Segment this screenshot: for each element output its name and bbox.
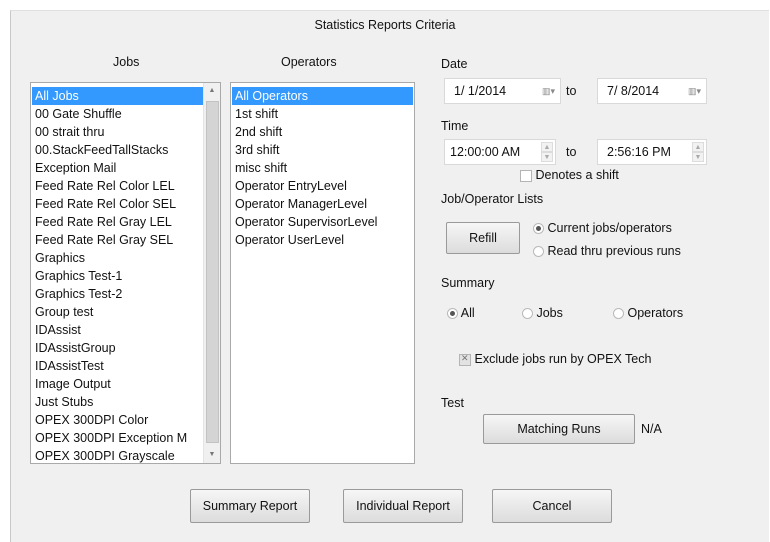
summary-operators-label: Operators xyxy=(627,306,684,320)
jobs-list-item[interactable]: Group test xyxy=(32,303,203,321)
jobs-listbox[interactable]: All Jobs 00 Gate Shuffle 00 strait thru 00.… xyxy=(30,82,221,464)
summary-operators-option[interactable]: Operators xyxy=(613,306,683,320)
denotes-shift-checkbox[interactable] xyxy=(520,169,532,182)
time-to-label: to xyxy=(566,145,577,159)
operators-listbox[interactable]: All Operators 1st shift 2nd shift 3rd sh… xyxy=(230,82,415,464)
jobs-list-item[interactable]: OPEX 300DPI Grayscale xyxy=(32,447,203,463)
jobs-list-item[interactable]: OPEX 300DPI Exception M xyxy=(32,429,203,447)
jobs-list-item[interactable]: Feed Rate Rel Color LEL xyxy=(32,177,203,195)
operators-list-item[interactable]: Operator UserLevel xyxy=(232,231,413,249)
date-to-value: 7/ 8/2014 xyxy=(607,84,660,98)
date-from-value: 1/ 1/2014 xyxy=(454,84,507,98)
summary-jobs-radio[interactable] xyxy=(522,308,533,320)
date-to-field[interactable]: 7/ 8/2014 ▥▾ xyxy=(597,78,707,104)
test-label: Test xyxy=(441,396,464,410)
jobs-scrollbar[interactable]: ▲ ▼ xyxy=(203,83,220,463)
time-to-field[interactable]: 2:56:16 PM ▲ ▼ xyxy=(597,139,707,165)
operators-list-item[interactable]: Operator ManagerLevel xyxy=(232,195,413,213)
date-to-label: to xyxy=(566,84,577,98)
jobs-header: Jobs xyxy=(113,55,140,69)
jobs-list-item[interactable]: Feed Rate Rel Gray LEL xyxy=(32,213,203,231)
matching-runs-result: N/A xyxy=(641,422,662,436)
jobs-list-item[interactable]: Exception Mail xyxy=(32,159,203,177)
summary-jobs-option[interactable]: Jobs xyxy=(522,306,563,320)
time-to-value: 2:56:16 PM xyxy=(607,145,671,159)
time-from-field[interactable]: 12:00:00 AM ▲ ▼ xyxy=(444,139,556,165)
summary-report-button[interactable]: Summary Report xyxy=(190,489,310,523)
jobs-list-item[interactable]: 00.StackFeedTallStacks xyxy=(32,141,203,159)
summary-operators-radio[interactable] xyxy=(613,308,624,320)
operators-list-item[interactable]: 3rd shift xyxy=(232,141,413,159)
operators-items: All Operators 1st shift 2nd shift 3rd sh… xyxy=(232,87,413,249)
current-jobs-label: Current jobs/operators xyxy=(547,221,672,235)
dialog-title: Statistics Reports Criteria xyxy=(314,18,456,32)
read-previous-radio[interactable] xyxy=(533,246,544,258)
operators-list-item[interactable]: Operator SupervisorLevel xyxy=(232,213,413,231)
summary-all-option[interactable]: All xyxy=(447,306,475,320)
spin-arrows-icon[interactable]: ▲ ▼ xyxy=(541,142,553,162)
calendar-dropdown-icon[interactable]: ▥▾ xyxy=(542,79,555,103)
jobs-list-item[interactable]: All Jobs xyxy=(32,87,203,105)
read-previous-option[interactable]: Read thru previous runs xyxy=(533,244,681,258)
jobs-list-item[interactable]: Graphics Test-1 xyxy=(32,267,203,285)
spin-arrows-icon[interactable]: ▲ ▼ xyxy=(692,142,704,162)
operators-list-item[interactable]: 1st shift xyxy=(232,105,413,123)
jobs-list-item[interactable]: Graphics xyxy=(32,249,203,267)
summary-jobs-label: Jobs xyxy=(536,306,563,320)
time-label: Time xyxy=(441,119,469,133)
operators-list-item[interactable]: All Operators xyxy=(232,87,413,105)
summary-all-radio[interactable] xyxy=(447,308,458,320)
current-jobs-option[interactable]: Current jobs/operators xyxy=(533,221,672,235)
summary-all-label: All xyxy=(460,306,475,320)
refill-button[interactable]: Refill xyxy=(446,222,520,254)
individual-report-button[interactable]: Individual Report xyxy=(343,489,463,523)
summary-label: Summary xyxy=(441,276,495,290)
denotes-shift-row[interactable]: Denotes a shift xyxy=(520,168,619,182)
jobs-list-item[interactable]: IDAssistGroup xyxy=(32,339,203,357)
jobs-list-item[interactable]: Image Output xyxy=(32,375,203,393)
scroll-down-icon[interactable]: ▼ xyxy=(204,447,220,463)
lists-label: Job/Operator Lists xyxy=(441,192,544,206)
denotes-shift-label: Denotes a shift xyxy=(535,168,619,182)
jobs-items: All Jobs 00 Gate Shuffle 00 strait thru 00.… xyxy=(32,87,203,463)
date-label: Date xyxy=(441,57,468,71)
scroll-thumb[interactable] xyxy=(206,101,219,443)
calendar-dropdown-icon[interactable]: ▥▾ xyxy=(688,79,701,103)
operators-list-item[interactable]: Operator EntryLevel xyxy=(232,177,413,195)
jobs-list-item[interactable]: Just Stubs xyxy=(32,393,203,411)
date-from-field[interactable]: 1/ 1/2014 ▥▾ xyxy=(444,78,561,104)
operators-list-item[interactable]: 2nd shift xyxy=(232,123,413,141)
cancel-button[interactable]: Cancel xyxy=(492,489,612,523)
matching-runs-button[interactable]: Matching Runs xyxy=(483,414,635,444)
jobs-list-item[interactable]: Feed Rate Rel Gray SEL xyxy=(32,231,203,249)
exclude-opex-checkbox[interactable] xyxy=(459,353,471,366)
current-jobs-radio[interactable] xyxy=(533,223,544,235)
time-from-value: 12:00:00 AM xyxy=(450,145,521,159)
read-previous-label: Read thru previous runs xyxy=(547,244,681,258)
operators-header: Operators xyxy=(281,55,337,69)
jobs-list-item[interactable]: IDAssist xyxy=(32,321,203,339)
exclude-opex-label: Exclude jobs run by OPEX Tech xyxy=(474,352,652,366)
jobs-list-item[interactable]: Graphics Test-2 xyxy=(32,285,203,303)
operators-list-item[interactable]: misc shift xyxy=(232,159,413,177)
jobs-list-item[interactable]: Feed Rate Rel Color SEL xyxy=(32,195,203,213)
jobs-list-item[interactable]: OPEX 300DPI Color xyxy=(32,411,203,429)
exclude-opex-row[interactable]: Exclude jobs run by OPEX Tech xyxy=(459,352,651,366)
jobs-list-item[interactable]: 00 Gate Shuffle xyxy=(32,105,203,123)
scroll-up-icon[interactable]: ▲ xyxy=(204,83,220,99)
jobs-list-item[interactable]: IDAssistTest xyxy=(32,357,203,375)
jobs-list-item[interactable]: 00 strait thru xyxy=(32,123,203,141)
